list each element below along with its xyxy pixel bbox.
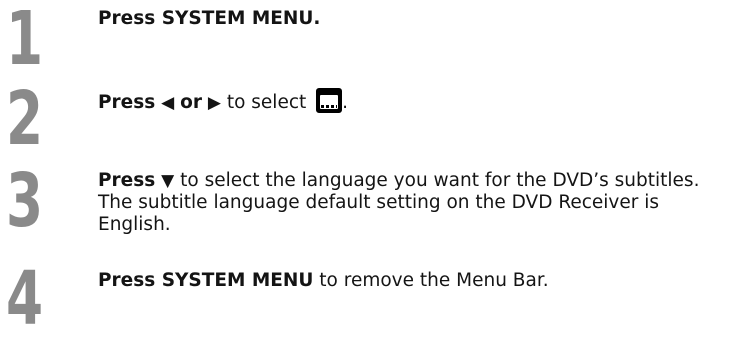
step-number: 1: [6, 0, 43, 82]
step-body: to select the language you want for the …: [180, 170, 700, 191]
step-number: 2: [6, 76, 43, 162]
step-trail: .: [342, 92, 349, 113]
down-arrow-icon: ▼: [161, 171, 175, 191]
step-lead: Press SYSTEM MENU.: [98, 8, 321, 29]
step-body: to remove the Menu Bar.: [319, 270, 549, 291]
step-text: Press SYSTEM MENU.: [98, 8, 719, 30]
step-body-line-3: English.: [98, 214, 171, 235]
left-arrow-icon: ◀: [161, 93, 175, 113]
step-text: Press ▼ to select the language you want …: [98, 170, 719, 236]
step-number: 3: [6, 158, 43, 244]
step-body-line-2: The subtitle language default setting on…: [98, 192, 660, 213]
step-lead: Press: [98, 170, 156, 191]
subtitle-icon: [316, 88, 343, 113]
step-lead: Press: [98, 92, 156, 113]
step-text: Press SYSTEM MENU to remove the Menu Bar…: [98, 270, 719, 292]
step-text: Press ◀ or ▶ to select .: [98, 88, 719, 114]
right-arrow-icon: ▶: [207, 93, 221, 113]
step-number: 4: [6, 256, 43, 342]
step-body: to select: [226, 92, 307, 113]
step-lead: Press SYSTEM MENU: [98, 270, 314, 291]
or-word: or: [180, 92, 202, 113]
